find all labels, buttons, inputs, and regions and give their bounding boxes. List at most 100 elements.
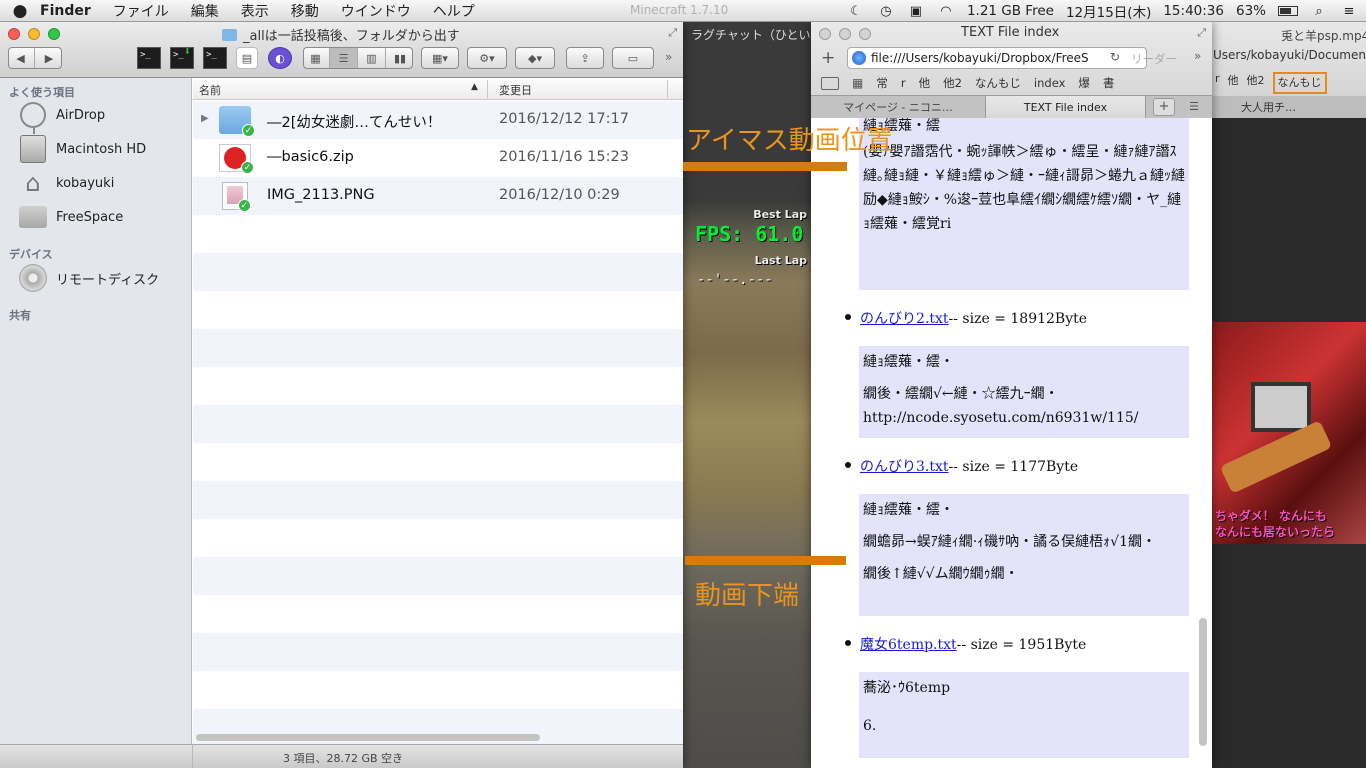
tags-button[interactable]: ▭: [612, 47, 654, 69]
browser-titlebar: TEXT File index ⤢ + file:///Users/kobayu…: [811, 22, 1212, 118]
toolbar-overflow-icon[interactable]: »: [665, 50, 672, 64]
sidebar-item-macintosh-hd[interactable]: Macintosh HD: [18, 134, 146, 164]
column-divider[interactable]: [667, 80, 668, 98]
bookmark[interactable]: 他: [1228, 72, 1239, 94]
menu-edit[interactable]: 編集: [191, 1, 219, 21]
toolbar-overflow-icon[interactable]: »: [1194, 49, 1201, 63]
menu-file[interactable]: ファイル: [113, 1, 169, 21]
app-launcher-icon[interactable]: ◐: [268, 47, 292, 69]
bookmark[interactable]: 常: [876, 75, 888, 91]
column-view-icon[interactable]: ▥: [358, 48, 386, 68]
wifi-icon[interactable]: ◠: [937, 2, 955, 20]
bookmark[interactable]: index: [1034, 76, 1065, 90]
top-sites-icon[interactable]: ▦: [852, 76, 863, 90]
coverflow-view-icon[interactable]: ▮▮: [386, 48, 414, 68]
bookmark[interactable]: 書: [1103, 75, 1115, 91]
bookmark[interactable]: r: [1215, 72, 1220, 94]
bookmark[interactable]: 他2: [1247, 72, 1265, 94]
book-icon[interactable]: [821, 76, 839, 90]
reload-icon[interactable]: ↻: [1110, 50, 1120, 64]
bookmark[interactable]: 他2: [943, 75, 962, 91]
fullscreen-icon[interactable]: ⤢: [668, 26, 677, 40]
empty-row: [193, 215, 683, 253]
table-row[interactable]: ✓ IMG_2113.PNG 2016/12/10 0:29: [193, 177, 683, 215]
menu-app-finder[interactable]: Finder: [40, 3, 91, 19]
action-button[interactable]: ⚙▾: [467, 47, 507, 69]
date-readout[interactable]: 12月15日(木): [1066, 1, 1151, 21]
view-mode-control[interactable]: ▦ ☰ ▥ ▮▮: [303, 47, 413, 69]
column-divider[interactable]: [487, 80, 488, 98]
sidebar-item-airdrop[interactable]: AirDrop: [18, 100, 106, 134]
forward-icon[interactable]: ▶: [35, 48, 63, 68]
sort-ascending-icon[interactable]: ▲: [471, 82, 478, 92]
table-row[interactable]: ▶ ✓ ―2[幼女迷劇…てんせい！ 2016/12/12 17:17: [193, 101, 683, 139]
battery-icon[interactable]: [1278, 6, 1298, 16]
app-status-icon[interactable]: ▣: [907, 2, 925, 20]
time-machine-icon[interactable]: ◷: [877, 2, 895, 20]
folder-icon: [19, 206, 47, 228]
notification-center-icon[interactable]: ≡: [1340, 2, 1358, 20]
menu-go[interactable]: 移動: [291, 1, 319, 21]
moon-icon[interactable]: ☾: [847, 2, 865, 20]
tab-mypage[interactable]: マイページ - ニコニ…: [811, 96, 986, 118]
caption-line: なんにも居ないったら: [1215, 525, 1336, 539]
arrange-icon: ▦▾: [432, 51, 448, 65]
file-link[interactable]: のんびり2.txt: [860, 308, 949, 328]
back-forward-buttons[interactable]: ◀ ▶: [8, 47, 62, 69]
column-name-header[interactable]: 名前: [199, 82, 221, 98]
bookmark[interactable]: 爆: [1078, 75, 1090, 91]
clock[interactable]: 15:40:36: [1163, 3, 1224, 19]
terminal-download-icon[interactable]: >_ ⬇: [170, 44, 194, 69]
back-icon[interactable]: ◀: [7, 48, 35, 68]
battery-percent[interactable]: 63%: [1236, 3, 1266, 19]
bookmark[interactable]: r: [901, 76, 906, 90]
share-button[interactable]: ⇪: [566, 47, 604, 69]
apple-menu-icon[interactable]: ●: [0, 1, 40, 21]
zoom-button[interactable]: [859, 28, 871, 40]
icon-view-icon[interactable]: ▦: [302, 48, 330, 68]
spotlight-icon[interactable]: ⌕: [1310, 2, 1328, 20]
minimize-button[interactable]: [839, 28, 851, 40]
sidebar-item-remote-disc[interactable]: リモートディスク: [18, 263, 159, 293]
address-bar[interactable]: file:///Users/kobayuki/Dropbox/FreeS ↻: [847, 47, 1147, 69]
disclosure-triangle-icon[interactable]: ▶: [201, 113, 209, 124]
close-button[interactable]: [819, 28, 831, 40]
sidebar-item-home[interactable]: ⌂ kobayuki: [18, 168, 114, 198]
terminal-icon-2[interactable]: >_: [203, 47, 227, 69]
close-button[interactable]: [8, 28, 20, 40]
dropbox-button[interactable]: ◆▾: [515, 47, 555, 69]
column-modified-header[interactable]: 変更日: [499, 82, 532, 98]
new-bookmark-icon[interactable]: +: [821, 48, 835, 68]
tv-shape: [1251, 382, 1311, 432]
fullscreen-icon[interactable]: ⤢: [1197, 26, 1206, 40]
background-tab[interactable]: 大人用チ…: [1241, 99, 1296, 115]
file-link[interactable]: のんびり3.txt: [860, 456, 949, 476]
bookmark[interactable]: なんもじ: [975, 75, 1021, 91]
horizontal-scrollbar[interactable]: [196, 734, 540, 741]
sidebar-item-freespace[interactable]: FreeSpace: [18, 202, 123, 232]
bookmark-highlighted[interactable]: なんもじ: [1272, 72, 1327, 94]
empty-row: [193, 405, 683, 443]
menu-window[interactable]: ウインドウ: [341, 1, 411, 21]
new-tab-button[interactable]: +: [1153, 98, 1175, 116]
menu-help[interactable]: ヘルプ: [433, 1, 475, 21]
tab-overview-icon[interactable]: ☰: [1183, 98, 1205, 116]
minimize-button[interactable]: [28, 28, 40, 40]
table-row[interactable]: ✓ ―basic6.zip 2016/11/16 15:23: [193, 139, 683, 177]
vertical-scrollbar[interactable]: [1199, 618, 1207, 746]
zoom-button[interactable]: [48, 28, 60, 40]
video-frame: ちゃダメ！ なんにも なんにも居ないったら: [1211, 322, 1366, 544]
tab-text-file-index[interactable]: TEXT File index: [986, 96, 1146, 118]
file-name: IMG_2113.PNG: [267, 187, 375, 203]
file-link[interactable]: 魔女6temp.txt: [860, 634, 957, 654]
sync-check-icon: ✓: [242, 124, 255, 137]
arrange-button[interactable]: ▦▾: [421, 47, 459, 69]
terminal-icon[interactable]: >_: [137, 47, 161, 69]
bookmark[interactable]: 他: [919, 75, 931, 91]
menu-view[interactable]: 表示: [241, 1, 269, 21]
free-space-readout[interactable]: 1.21 GB Free: [967, 3, 1054, 19]
reader-button[interactable]: リーダー: [1131, 51, 1177, 67]
sidebar-item-label: AirDrop: [56, 107, 106, 123]
document-icon[interactable]: ▤: [236, 47, 258, 69]
list-view-icon[interactable]: ☰: [330, 48, 358, 68]
